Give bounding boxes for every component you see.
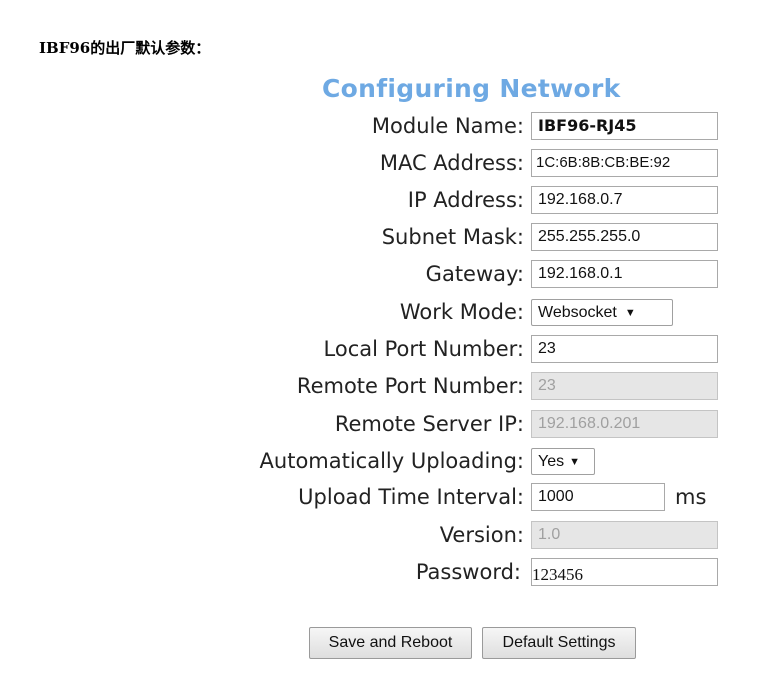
remote-server-ip-input: 192.168.0.201 [531,410,718,438]
mac-address-row: MAC Address: 1C:6B:8B:CB:BE:92 [0,147,765,179]
upload-interval-row: Upload Time Interval: 1000 ms [0,481,765,513]
gateway-label: Gateway: [425,262,524,286]
auto-upload-select[interactable]: Yes ▼ [531,448,595,475]
remote-server-ip-row: Remote Server IP: 192.168.0.201 [0,408,765,440]
module-name-row: Module Name: IBF96-RJ45 [0,110,765,142]
upload-interval-input[interactable]: 1000 [531,483,665,511]
work-mode-row: Work Mode: Websocket ▼ [0,296,765,328]
upload-interval-label: Upload Time Interval: [298,485,524,509]
local-port-label: Local Port Number: [323,337,524,361]
mac-address-input[interactable]: 1C:6B:8B:CB:BE:92 [531,149,718,177]
document-heading: IBF96的出厂默认参数： [39,39,211,57]
subnet-mask-input[interactable]: 255.255.255.0 [531,223,718,251]
work-mode-label: Work Mode: [399,300,524,324]
remote-port-row: Remote Port Number: 23 [0,370,765,402]
auto-upload-row: Automatically Uploading: Yes ▼ [0,445,765,477]
password-label: Password: [415,560,521,584]
local-port-row: Local Port Number: 23 [0,333,765,365]
chevron-down-icon: ▼ [624,307,636,319]
ip-address-input[interactable]: 192.168.0.7 [531,186,718,214]
version-row: Version: 1.0 [0,519,765,551]
version-input: 1.0 [531,521,718,549]
gateway-row: Gateway: 192.168.0.1 [0,258,765,290]
ip-address-row: IP Address: 192.168.0.7 [0,184,765,216]
upload-interval-unit: ms [675,485,707,509]
remote-port-input: 23 [531,372,718,400]
chevron-down-icon: ▼ [569,456,580,468]
form-title: Configuring Network [322,74,621,103]
gateway-input[interactable]: 192.168.0.1 [531,260,718,288]
password-row: Password: 123456 [0,556,765,588]
auto-upload-label: Automatically Uploading: [259,449,524,473]
auto-upload-value: Yes [538,453,565,470]
module-name-label: Module Name: [371,114,524,138]
remote-port-label: Remote Port Number: [296,374,524,398]
mac-address-label: MAC Address: [379,151,524,175]
ip-address-label: IP Address: [407,188,524,212]
subnet-mask-row: Subnet Mask: 255.255.255.0 [0,221,765,253]
password-input[interactable]: 123456 [531,558,718,586]
local-port-input[interactable]: 23 [531,335,718,363]
remote-server-ip-label: Remote Server IP: [334,412,524,436]
default-settings-button[interactable]: Default Settings [482,627,636,659]
save-and-reboot-button[interactable]: Save and Reboot [309,627,472,659]
work-mode-select[interactable]: Websocket ▼ [531,299,673,326]
work-mode-value: Websocket [538,304,617,321]
module-name-input[interactable]: IBF96-RJ45 [531,112,718,140]
version-label: Version: [439,523,524,547]
subnet-mask-label: Subnet Mask: [381,225,524,249]
